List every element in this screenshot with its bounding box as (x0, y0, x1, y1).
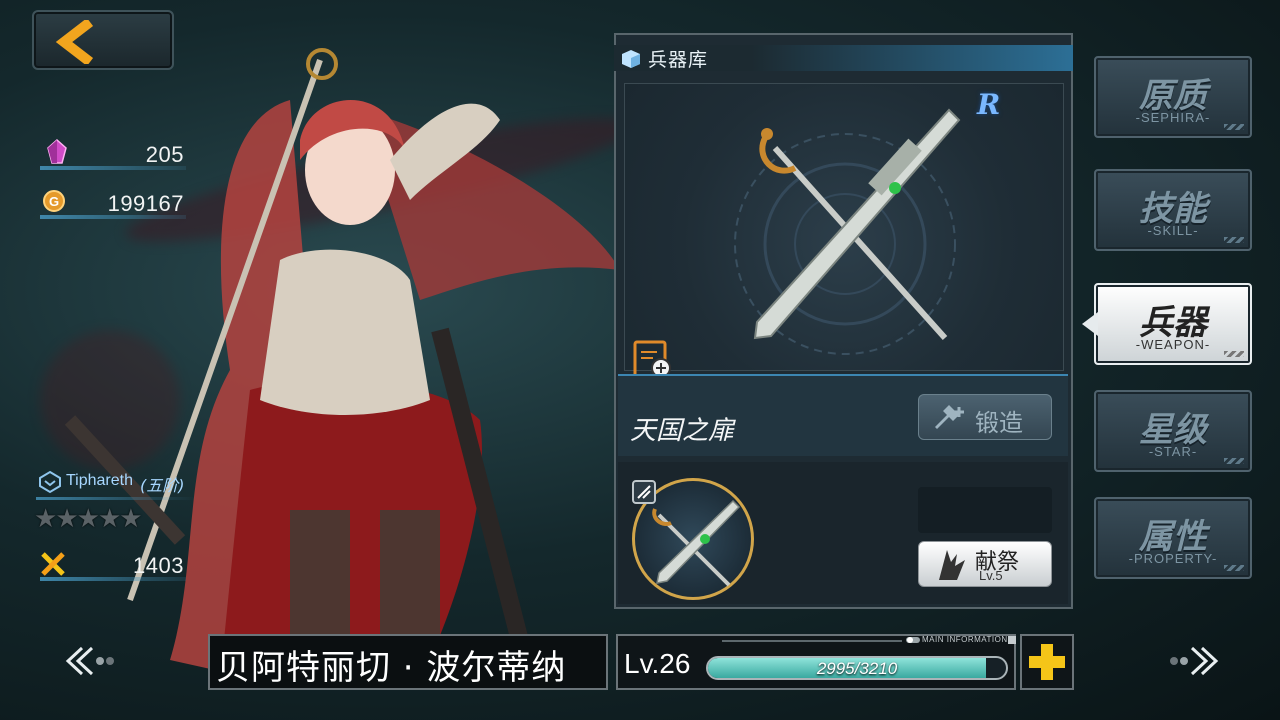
arsenal-title: 兵器库 (648, 49, 709, 71)
cube-icon (622, 50, 640, 68)
character-level: Lv.26 (624, 648, 691, 679)
character-name: 贝阿特丽切 · 波尔蒂纳 (216, 648, 567, 688)
active-tab-pointer-icon (1082, 312, 1098, 336)
tab-property[interactable]: 属性 -PROPERTY- (1094, 497, 1252, 579)
sacrifice-button[interactable]: 献祭 Lv.5 (918, 541, 1052, 587)
tab-property-en: -PROPERTY- (1128, 551, 1218, 566)
weapon-swords-image (753, 108, 961, 341)
svg-text:G: G (49, 194, 59, 209)
rank-tier: (五阶) (140, 476, 185, 495)
empty-slot (918, 487, 1052, 533)
tab-star-en: -STAR- (1148, 444, 1198, 459)
main-information-label: MAIN INFORMATION (922, 635, 1008, 644)
sacrifice-icon (939, 550, 965, 580)
tab-skill-en: -SKILL- (1147, 223, 1199, 238)
rarity-badge: R (977, 88, 1001, 121)
crossed-swords-icon (41, 552, 65, 576)
star-rating: ★★★★★ (34, 504, 143, 534)
next-character-button[interactable] (1166, 644, 1222, 678)
tab-skill[interactable]: 技能 -SKILL- (1094, 169, 1252, 251)
star-icon: ★ (76, 504, 100, 534)
rank-name: Tiphareth (66, 472, 133, 489)
weapon-name: 天国之扉 (630, 416, 735, 446)
combat-power: 1403 (133, 553, 184, 578)
grade-corner-icon (632, 480, 656, 504)
tab-weapon-en: -WEAPON- (1135, 337, 1211, 352)
power-row: 1403 (40, 551, 186, 581)
star-icon: ★ (34, 504, 58, 534)
sephira-rank-icon (39, 470, 61, 494)
exp-text: 2995/3210 (816, 659, 898, 678)
info-divider (722, 640, 902, 642)
previous-character-button[interactable] (62, 644, 118, 678)
star-icon: ★ (97, 504, 122, 534)
character-illustration (64, 48, 620, 683)
tab-star[interactable]: 星级 -STAR- (1094, 390, 1252, 472)
weapon-display: R (624, 83, 1064, 384)
forge-button[interactable]: 锻造 (918, 394, 1052, 440)
tab-sephira[interactable]: 原质 -SEPHIRA- (1094, 56, 1252, 138)
exp-bar: 2995/3210 (706, 656, 1008, 680)
forge-label: 锻造 (975, 409, 1023, 437)
star-icon: ★ (119, 504, 143, 534)
tab-sephira-en: -SEPHIRA- (1135, 110, 1211, 125)
level-up-button[interactable] (1020, 634, 1074, 690)
tab-weapon[interactable]: 兵器 -WEAPON- (1094, 283, 1252, 365)
weapon-thumbnail-icon (652, 499, 741, 587)
info-square-decor (1008, 636, 1016, 644)
rank-row: Tiphareth (五阶) (36, 468, 196, 500)
plus-icon (1029, 644, 1065, 680)
star-icon: ★ (55, 504, 79, 534)
sacrifice-level: Lv.5 (979, 568, 1003, 583)
hammer-plus-icon (935, 405, 964, 429)
toggle-icon (906, 637, 920, 643)
